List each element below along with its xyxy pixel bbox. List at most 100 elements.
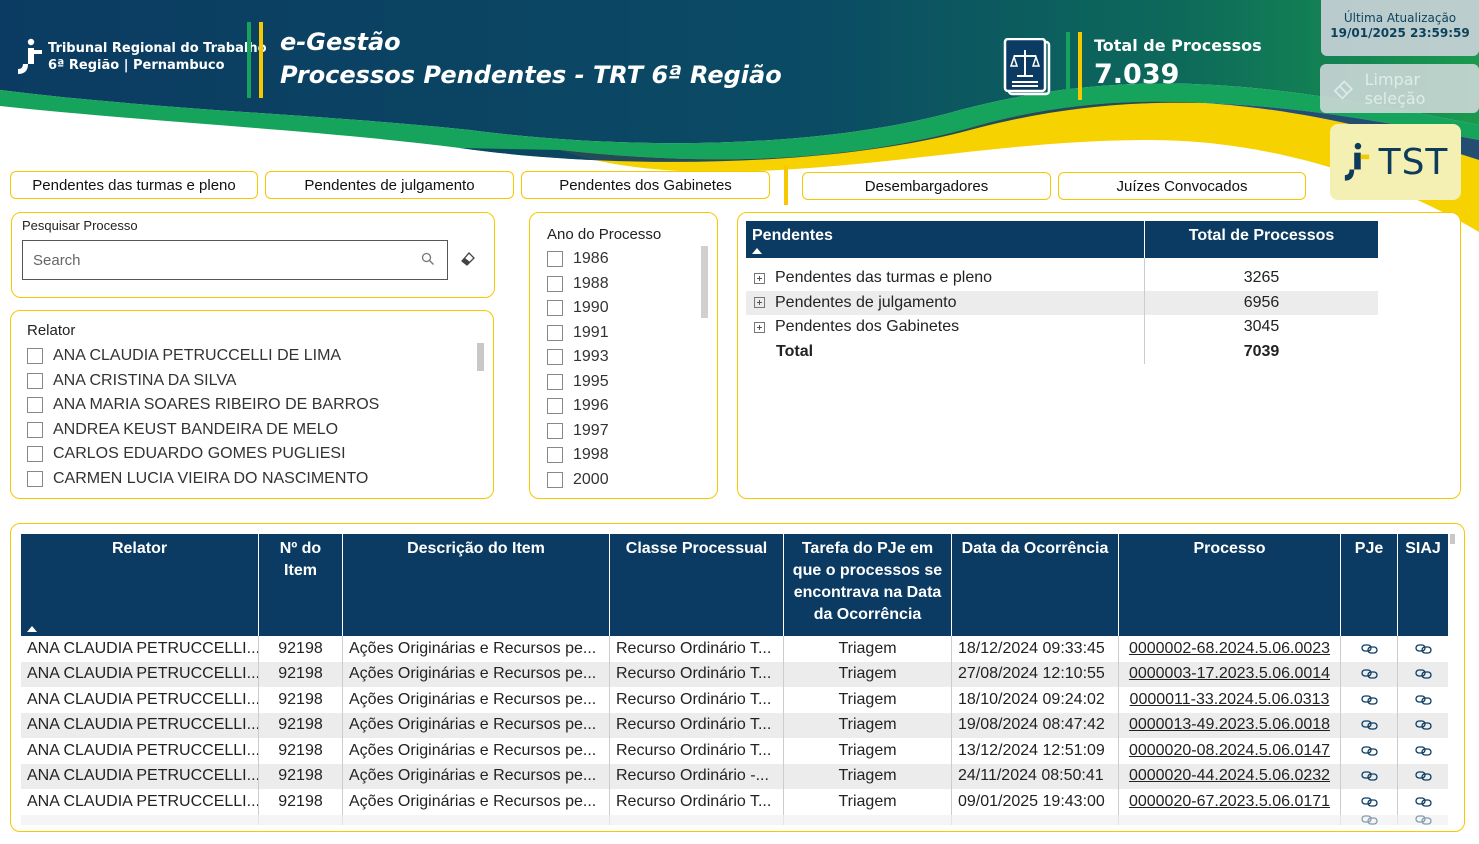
checkbox[interactable]	[547, 471, 563, 488]
cell-processo[interactable]: 0000020-67.2023.5.06.0171	[1119, 789, 1341, 815]
checkbox[interactable]	[547, 349, 563, 366]
cell-processo[interactable]: 0000011-33.2024.5.06.0313	[1119, 687, 1341, 713]
clear-search-icon[interactable]	[460, 250, 476, 266]
col-header-label: Processo	[1193, 540, 1266, 557]
nav-pendentes-turmas-pleno[interactable]: Pendentes das turmas e pleno	[10, 171, 258, 199]
cell-siaj[interactable]	[1398, 738, 1448, 764]
siaj-link-icon[interactable]	[1414, 668, 1432, 680]
relator-item[interactable]: ANA CLAUDIA PETRUCCELLI DE LIMA	[27, 344, 379, 369]
cell-pje[interactable]	[1341, 814, 1398, 825]
cell-processo[interactable]: 0000020-08.2024.5.06.0147	[1119, 738, 1341, 764]
col-header-tarefa[interactable]: Tarefa do PJe em que o processos se enco…	[784, 534, 952, 636]
cell-pje[interactable]	[1341, 661, 1398, 687]
cell-siaj[interactable]	[1398, 789, 1448, 815]
relator-item[interactable]: CARMEN LUCIA VIEIRA DO NASCIMENTO	[27, 467, 379, 492]
checkbox[interactable]	[27, 348, 43, 365]
nav-pendentes-gabinetes[interactable]: Pendentes dos Gabinetes	[521, 171, 770, 199]
col-header-siaj[interactable]: SIAJ	[1398, 534, 1448, 636]
cell-siaj[interactable]	[1398, 636, 1448, 662]
pje-link-icon[interactable]	[1360, 814, 1378, 825]
table-scrollbar[interactable]	[1450, 534, 1455, 544]
ano-item[interactable]: 1988	[547, 272, 609, 297]
col-header-classe[interactable]: Classe Processual	[610, 534, 784, 636]
cell-pje[interactable]	[1341, 687, 1398, 713]
cell-siaj[interactable]	[1398, 662, 1448, 688]
matrix-header-pendentes[interactable]: Pendentes	[746, 221, 1145, 258]
checkbox[interactable]	[27, 397, 43, 414]
checkbox[interactable]	[27, 421, 43, 438]
ano-scrollbar[interactable]	[701, 246, 708, 318]
cell-siaj[interactable]	[1398, 814, 1448, 825]
checkbox[interactable]	[547, 398, 563, 415]
pje-link-icon[interactable]	[1360, 719, 1378, 731]
siaj-link-icon[interactable]	[1414, 770, 1432, 782]
checkbox[interactable]	[547, 275, 563, 292]
nav-pendentes-julgamento[interactable]: Pendentes de julgamento	[265, 171, 514, 199]
ano-item[interactable]: 1996	[547, 394, 609, 419]
checkbox[interactable]	[27, 446, 43, 463]
ano-item[interactable]: 1995	[547, 370, 609, 395]
siaj-link-icon[interactable]	[1414, 719, 1432, 731]
checkbox[interactable]	[547, 422, 563, 439]
cell-siaj[interactable]	[1398, 713, 1448, 739]
relator-item[interactable]: ANA CRISTINA DA SILVA	[27, 369, 379, 394]
checkbox[interactable]	[27, 372, 43, 389]
cell-pje[interactable]	[1341, 763, 1398, 789]
cell-processo[interactable]: 0000003-17.2023.5.06.0014	[1119, 661, 1341, 687]
relator-scrollbar[interactable]	[477, 343, 484, 371]
ano-item[interactable]: 1986	[547, 247, 609, 272]
relator-item[interactable]: CARLOS EDUARDO GOMES PUGLIESI	[27, 442, 379, 467]
cell-processo[interactable]: 0000002-68.2024.5.06.0023	[1119, 636, 1341, 662]
checkbox[interactable]	[27, 470, 43, 487]
cell-pje[interactable]	[1341, 789, 1398, 815]
col-header-descricao[interactable]: Descrição do Item	[343, 534, 610, 636]
checkbox[interactable]	[547, 373, 563, 390]
pje-link-icon[interactable]	[1360, 745, 1378, 757]
ano-item[interactable]: 1990	[547, 296, 609, 321]
col-header-data[interactable]: Data da Ocorrência	[952, 534, 1119, 636]
expand-icon[interactable]	[754, 297, 765, 309]
siaj-link-icon[interactable]	[1414, 745, 1432, 757]
col-header-relator[interactable]: Relator	[21, 534, 259, 636]
ano-item[interactable]: 1993	[547, 345, 609, 370]
ano-item[interactable]: 1997	[547, 419, 609, 444]
relator-item[interactable]: ANA MARIA SOARES RIBEIRO DE BARROS	[27, 393, 379, 418]
nav-juizes-convocados[interactable]: Juízes Convocados	[1058, 172, 1306, 200]
cell-pje[interactable]	[1341, 636, 1398, 662]
cell-processo[interactable]	[1119, 814, 1341, 825]
siaj-link-icon[interactable]	[1414, 796, 1432, 808]
pje-link-icon[interactable]	[1360, 643, 1378, 655]
pje-link-icon[interactable]	[1360, 796, 1378, 808]
siaj-link-icon[interactable]	[1414, 814, 1432, 825]
clear-selection-button[interactable]: Limpar seleção	[1320, 64, 1479, 113]
relator-item[interactable]: ANDREA KEUST BANDEIRA DE MELO	[27, 418, 379, 443]
col-header-processo[interactable]: Processo	[1119, 534, 1341, 636]
pje-link-icon[interactable]	[1360, 694, 1378, 706]
nav-desembargadores[interactable]: Desembargadores	[802, 172, 1051, 200]
checkbox[interactable]	[547, 447, 563, 464]
col-header-item[interactable]: Nº do Item	[259, 534, 343, 636]
cell-pje[interactable]	[1341, 738, 1398, 764]
checkbox[interactable]	[547, 324, 563, 341]
pje-link-icon[interactable]	[1360, 668, 1378, 680]
ano-item[interactable]: 2000	[547, 468, 609, 493]
siaj-link-icon[interactable]	[1414, 694, 1432, 706]
pje-link-icon[interactable]	[1360, 770, 1378, 782]
sort-ascending-icon	[27, 626, 37, 632]
cell-pje[interactable]	[1341, 712, 1398, 738]
checkbox[interactable]	[547, 300, 563, 317]
cell-siaj[interactable]	[1398, 764, 1448, 790]
ano-item[interactable]: 1998	[547, 443, 609, 468]
cell-siaj[interactable]	[1398, 687, 1448, 713]
expand-icon[interactable]	[754, 321, 765, 333]
cell-processo[interactable]: 0000013-49.2023.5.06.0018	[1119, 712, 1341, 738]
cell-processo[interactable]: 0000020-44.2024.5.06.0232	[1119, 763, 1341, 789]
col-header-pje[interactable]: PJe	[1341, 534, 1398, 636]
checkbox[interactable]	[547, 251, 563, 268]
siaj-link-icon[interactable]	[1414, 643, 1432, 655]
cell-tarefa: Triagem	[784, 738, 952, 764]
ano-item[interactable]: 1991	[547, 321, 609, 346]
search-input[interactable]: Search	[22, 240, 448, 280]
matrix-header-total[interactable]: Total de Processos	[1145, 221, 1378, 258]
expand-icon[interactable]	[754, 272, 765, 284]
